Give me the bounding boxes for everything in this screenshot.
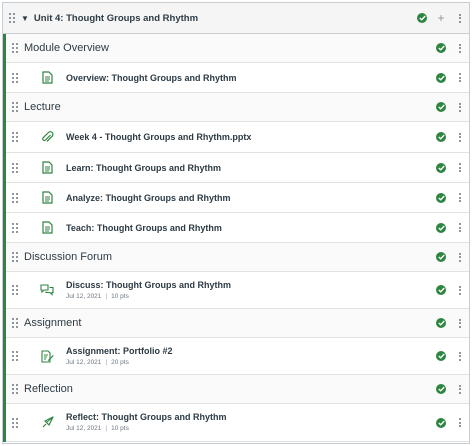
published-check-icon[interactable] xyxy=(436,132,446,142)
drag-handle-icon[interactable] xyxy=(11,131,19,143)
published-check-icon[interactable] xyxy=(436,285,446,295)
sub-header-row[interactable]: Module Overview xyxy=(6,34,469,63)
published-check-icon[interactable] xyxy=(436,384,446,394)
module-item-row[interactable]: Week 4 - Thought Groups and Rhythm.pptx xyxy=(6,122,469,153)
quiz-icon xyxy=(40,416,54,430)
drag-handle-icon[interactable] xyxy=(8,12,16,24)
item-menu-icon[interactable] xyxy=(457,318,463,328)
sub-header-row[interactable]: Lecture xyxy=(6,93,469,122)
module-item-row[interactable]: Assignment: Portfolio #2 Jul 12, 2021 | 20 … xyxy=(6,338,469,375)
due-date: Jul 12, 2021 xyxy=(66,358,102,366)
published-check-icon[interactable] xyxy=(436,72,446,83)
drag-handle-icon[interactable] xyxy=(11,350,19,362)
drag-handle-icon[interactable] xyxy=(11,101,19,113)
published-check-icon[interactable] xyxy=(436,162,446,173)
drag-handle-icon[interactable] xyxy=(11,383,19,395)
published-check-icon[interactable] xyxy=(436,102,446,112)
item-title-link[interactable]: Week 4 - Thought Groups and Rhythm.pptx xyxy=(66,131,251,143)
published-check-icon[interactable] xyxy=(436,351,446,361)
module-header[interactable]: ▼ Unit 4: Thought Groups and Rhythm + xyxy=(3,3,469,34)
drag-handle-icon[interactable] xyxy=(11,251,19,263)
attachment-icon xyxy=(40,130,54,144)
sub-header-title: Reflection xyxy=(24,383,73,395)
item-title-link[interactable]: Reflect: Thought Groups and Rhythm xyxy=(66,411,227,423)
published-check-icon[interactable] xyxy=(436,192,446,203)
sub-header-title: Lecture xyxy=(24,101,61,113)
item-title-link[interactable]: Assignment: Portfolio #2 xyxy=(66,345,173,357)
sub-header-title: Assignment xyxy=(24,317,82,329)
drag-handle-icon[interactable] xyxy=(11,162,19,174)
item-title-link[interactable]: Learn: Thought Groups and Rhythm xyxy=(66,162,221,174)
module-item-row[interactable]: Overview: Thought Groups and Rhythm xyxy=(6,63,469,93)
item-title-link[interactable]: Teach: Thought Groups and Rhythm xyxy=(66,222,222,234)
item-menu-icon[interactable] xyxy=(457,384,463,394)
item-menu-icon[interactable] xyxy=(457,285,463,295)
sub-header-row[interactable]: Discussion Forum xyxy=(6,243,469,272)
module-item-row[interactable]: Discuss: Thought Groups and Rhythm Jul 12… xyxy=(6,272,469,309)
sub-header-title: Discussion Forum xyxy=(24,251,113,263)
drag-handle-icon[interactable] xyxy=(11,284,19,296)
module-menu-icon[interactable] xyxy=(457,13,463,23)
course-module: ▼ Unit 4: Thought Groups and Rhythm + Mo… xyxy=(2,2,470,444)
module-item-row[interactable]: Reflect: Thought Groups and Rhythm Jul 12… xyxy=(6,404,469,442)
published-check-icon[interactable] xyxy=(436,43,446,53)
published-check-icon[interactable] xyxy=(436,222,446,233)
item-menu-icon[interactable] xyxy=(457,73,463,82)
item-menu-icon[interactable] xyxy=(457,252,463,262)
sub-header-row[interactable]: Assignment xyxy=(6,309,469,338)
drag-handle-icon[interactable] xyxy=(11,317,19,329)
item-menu-icon[interactable] xyxy=(457,102,463,112)
page-icon xyxy=(40,161,54,175)
item-meta: Jul 12, 2021 | 10 pts xyxy=(66,425,129,432)
item-menu-icon[interactable] xyxy=(457,193,463,202)
drag-handle-icon[interactable] xyxy=(11,192,19,204)
discussion-icon xyxy=(40,283,54,297)
item-menu-icon[interactable] xyxy=(457,223,463,232)
item-title-link[interactable]: Analyze: Thought Groups and Rhythm xyxy=(66,192,231,204)
item-menu-icon[interactable] xyxy=(457,132,463,142)
page-icon xyxy=(40,191,54,205)
item-title-link[interactable]: Overview: Thought Groups and Rhythm xyxy=(66,72,237,84)
module-items: Module Overview Overview: Thought Groups … xyxy=(3,34,469,442)
collapse-caret-icon[interactable]: ▼ xyxy=(21,14,29,23)
item-menu-icon[interactable] xyxy=(457,418,463,427)
drag-handle-icon[interactable] xyxy=(11,417,19,429)
module-item-row[interactable]: Analyze: Thought Groups and Rhythm xyxy=(6,183,469,213)
published-check-icon[interactable] xyxy=(417,13,427,23)
item-meta: Jul 12, 2021 | 20 pts xyxy=(66,358,129,366)
sub-header-title: Module Overview xyxy=(24,42,109,54)
points: 10 pts xyxy=(111,292,129,300)
drag-handle-icon[interactable] xyxy=(11,72,19,84)
item-menu-icon[interactable] xyxy=(457,351,463,361)
points: 20 pts xyxy=(111,358,129,366)
module-item-row[interactable]: Teach: Thought Groups and Rhythm xyxy=(6,213,469,243)
assignment-icon xyxy=(40,349,54,363)
drag-handle-icon[interactable] xyxy=(11,222,19,234)
add-item-icon[interactable]: + xyxy=(436,12,446,24)
page-icon xyxy=(40,71,54,85)
item-menu-icon[interactable] xyxy=(457,163,463,172)
page-icon xyxy=(40,221,54,235)
published-check-icon[interactable] xyxy=(436,318,446,328)
module-item-row[interactable]: Learn: Thought Groups and Rhythm xyxy=(6,153,469,183)
due-date: Jul 12, 2021 xyxy=(66,292,102,300)
points: 10 pts xyxy=(111,425,129,432)
drag-handle-icon[interactable] xyxy=(11,42,19,54)
module-title: Unit 4: Thought Groups and Rhythm xyxy=(33,12,199,24)
published-check-icon[interactable] xyxy=(436,252,446,262)
sub-header-row[interactable]: Reflection xyxy=(6,375,469,404)
item-title-link[interactable]: Discuss: Thought Groups and Rhythm xyxy=(66,279,231,291)
item-meta: Jul 12, 2021 | 10 pts xyxy=(66,292,129,300)
due-date: Jul 12, 2021 xyxy=(66,425,102,432)
published-check-icon[interactable] xyxy=(436,417,446,428)
item-menu-icon[interactable] xyxy=(457,43,463,53)
